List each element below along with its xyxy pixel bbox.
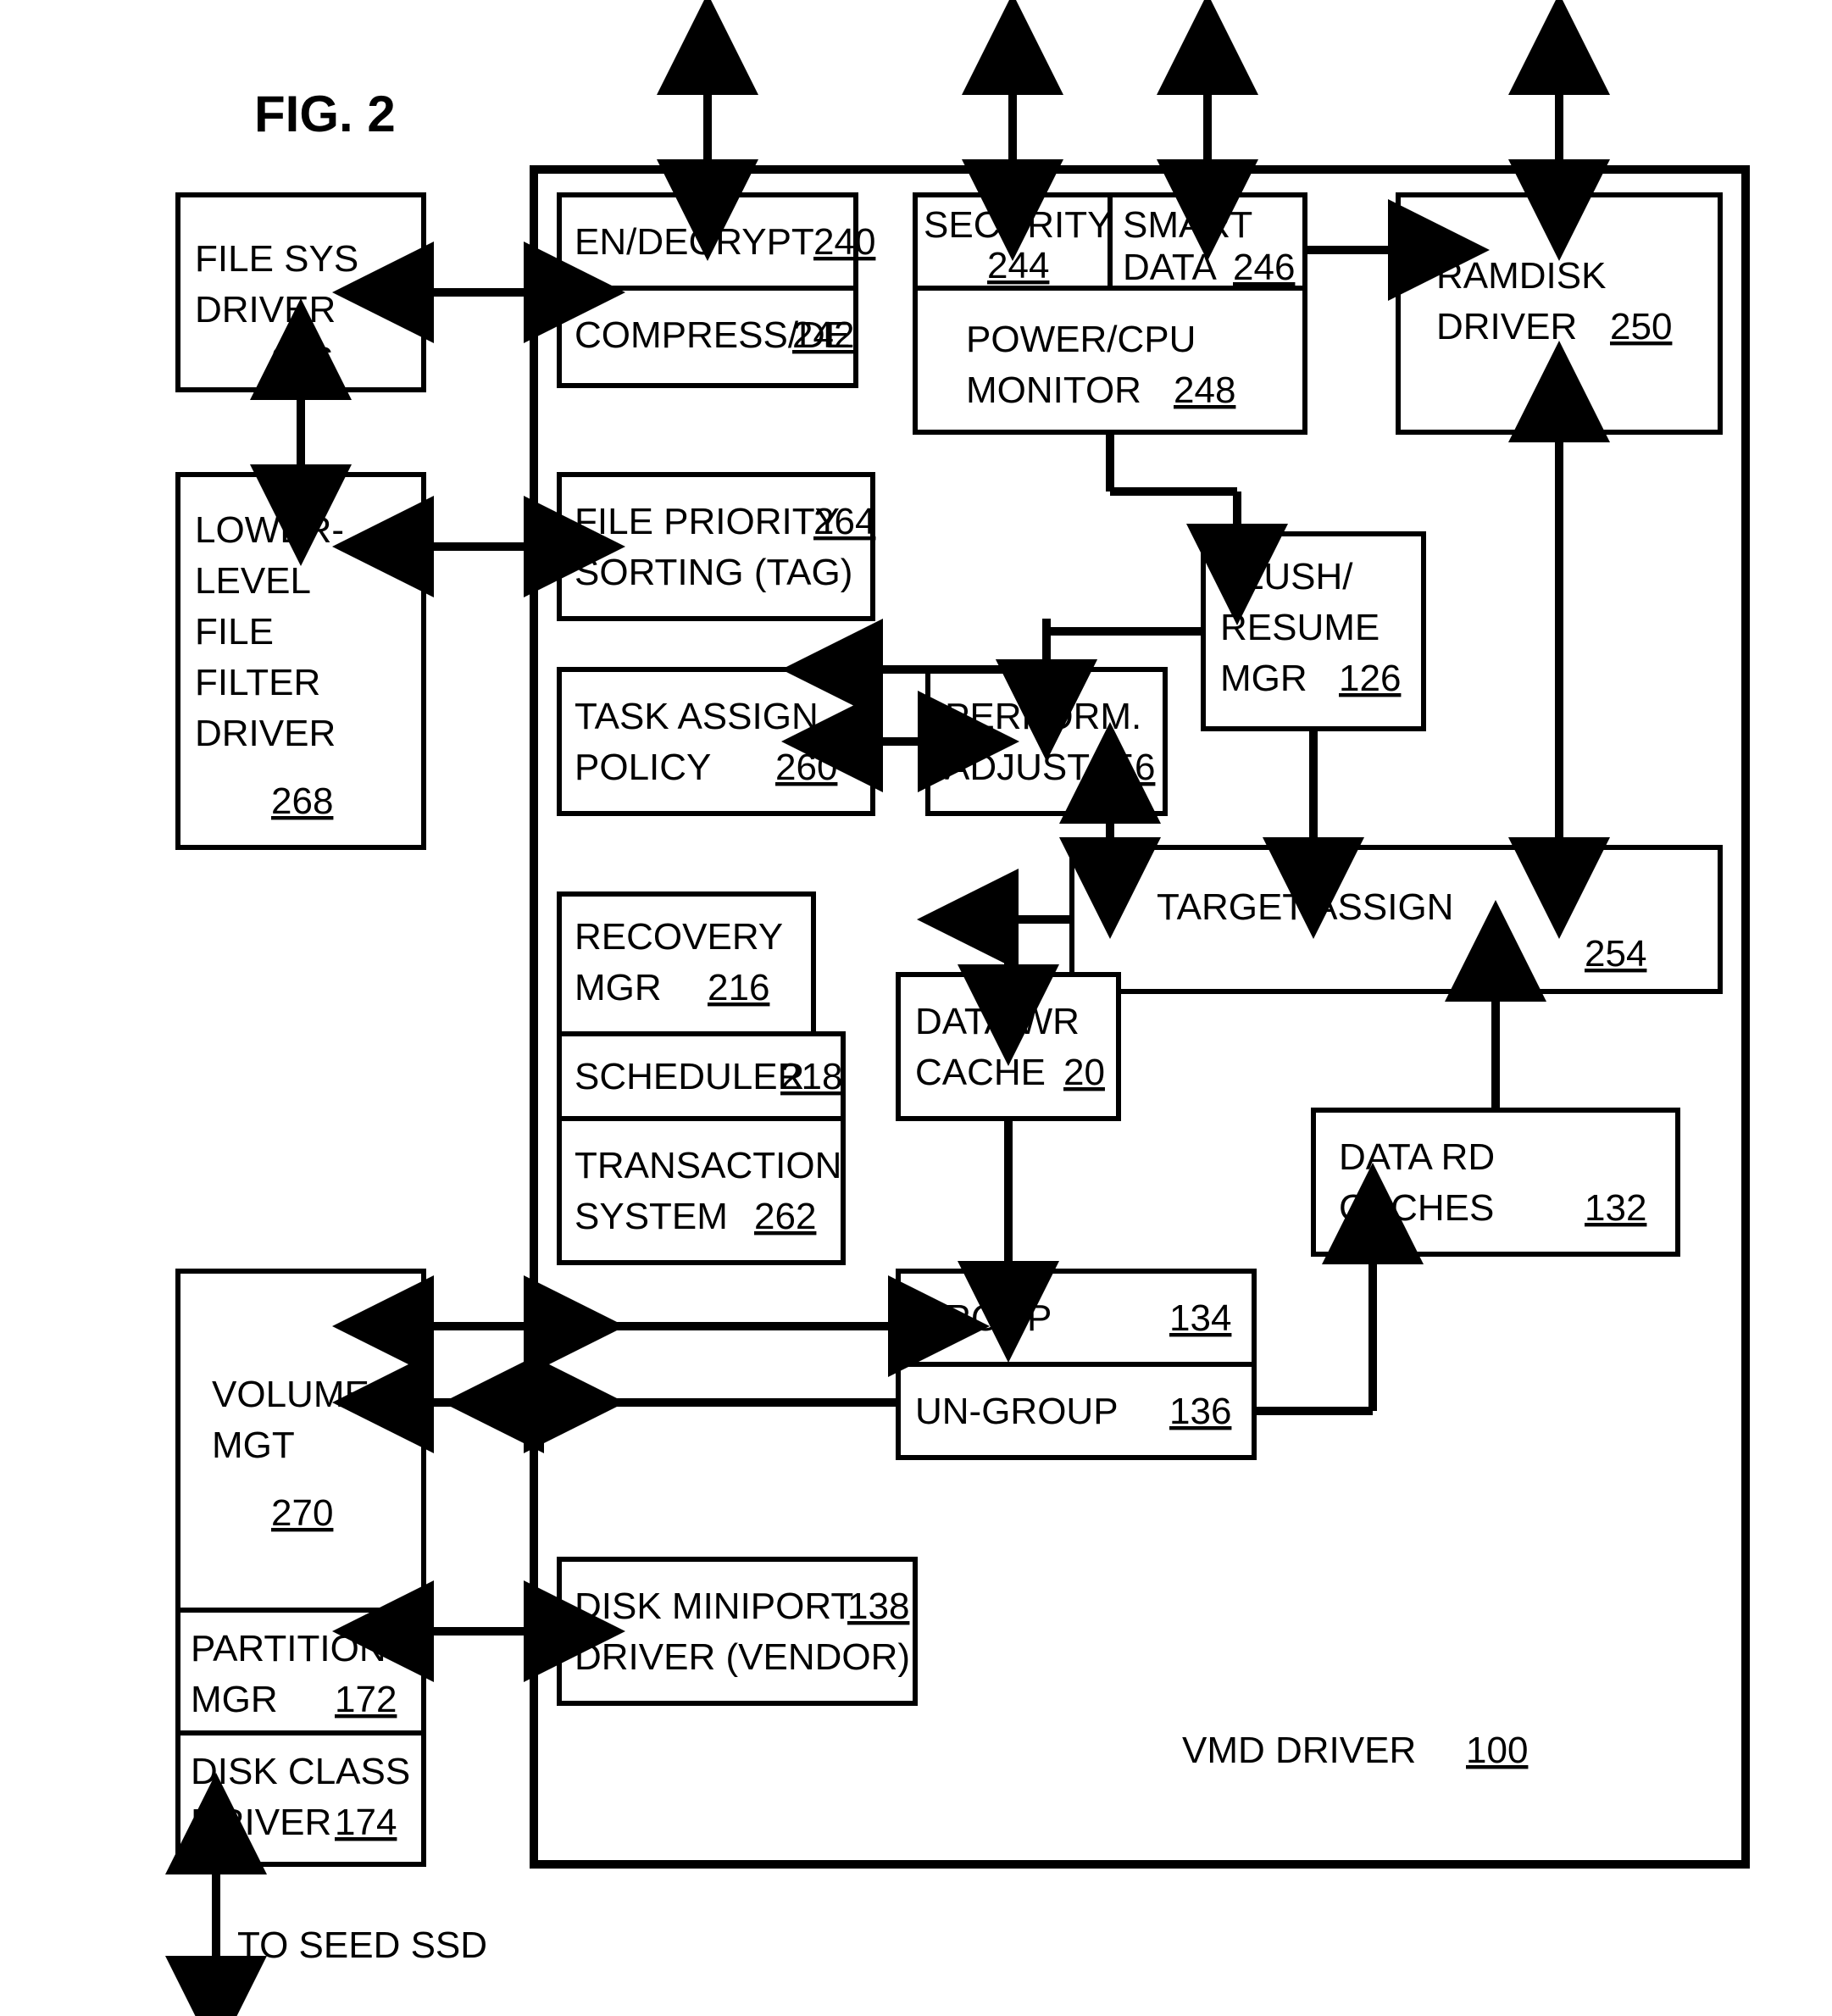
- llffd-l1: LOWER-: [195, 509, 344, 551]
- file-priority-sorting-l1: FILE PRIORITY: [575, 501, 840, 542]
- disk-miniport-driver-box: [559, 1559, 915, 1703]
- transaction-system-l2: SYSTEM: [575, 1196, 728, 1237]
- perform-adjust-box: [928, 669, 1165, 814]
- vmd-driver-num: 100: [1466, 1730, 1528, 1771]
- compress-de-num: 242: [792, 314, 854, 356]
- llffd-num: 268: [271, 780, 333, 822]
- task-assign-policy-num: 260: [775, 747, 837, 788]
- transaction-system-num: 262: [754, 1196, 816, 1237]
- data-wr-cache-l1: DATA WR: [915, 1001, 1080, 1042]
- un-group-num: 136: [1169, 1391, 1231, 1432]
- llffd-l3: FILE: [195, 611, 274, 653]
- disk-miniport-driver-l2: DRIVER (VENDOR): [575, 1636, 910, 1678]
- security-num: 244: [987, 245, 1049, 286]
- flush-resume-mgr-l3: MGR: [1220, 658, 1307, 699]
- data-wr-cache-box: [898, 975, 1119, 1119]
- disk-miniport-driver-num: 138: [847, 1586, 909, 1627]
- target-assign-num: 254: [1585, 933, 1646, 975]
- security-label: SECURITY: [924, 204, 1112, 246]
- figure-label: FIG. 2: [254, 86, 396, 142]
- diagram-svg: FIG. 2 VMD DRIVER 100 EN/DECRYPT 240 COM…: [0, 0, 1832, 2016]
- recovery-mgr-l2: MGR: [575, 967, 662, 1008]
- smart-data-monitor-num: 246: [1233, 247, 1295, 288]
- file-priority-sorting-num: 264: [813, 501, 875, 542]
- smart-data-monitor-l2: DATA: [1123, 247, 1217, 288]
- flush-resume-mgr-l1: FLUSH/: [1220, 556, 1353, 597]
- file-priority-sorting-box: [559, 475, 873, 619]
- task-assign-policy-box: [559, 669, 873, 814]
- group-label: GROUP: [915, 1297, 1052, 1339]
- task-assign-policy-l1: TASK ASSIGN: [575, 696, 819, 737]
- disk-class-driver-l2: DRIVER: [191, 1802, 331, 1843]
- disk-class-driver-l1: DISK CLASS: [191, 1751, 410, 1792]
- smart-data-monitor-l1: SMART: [1123, 204, 1252, 246]
- partition-mgr-l1: PARTITION: [191, 1628, 386, 1669]
- data-rd-caches-box: [1313, 1110, 1678, 1254]
- perform-adjust-num: 256: [1093, 747, 1155, 788]
- data-rd-caches-l2: CACHES: [1339, 1187, 1494, 1229]
- perform-adjust-l2: ADJUST: [945, 747, 1090, 788]
- disk-class-driver-num: 174: [335, 1802, 397, 1843]
- file-sys-driver-num: 266: [271, 340, 333, 381]
- power-cpu-monitor-l2: MONITOR: [966, 369, 1141, 411]
- power-cpu-monitor-num: 248: [1174, 369, 1235, 411]
- llffd-l2: LEVEL: [195, 560, 311, 602]
- data-wr-cache-l2: CACHE: [915, 1052, 1046, 1093]
- group-num: 134: [1169, 1297, 1231, 1339]
- disk-miniport-driver-l1: DISK MINIPORT: [575, 1586, 853, 1627]
- en-decrypt-label: EN/DECRYPT: [575, 221, 814, 263]
- un-group-label: UN-GROUP: [915, 1391, 1119, 1432]
- power-cpu-monitor-l1: POWER/CPU: [966, 319, 1196, 360]
- data-wr-cache-num: 20: [1063, 1052, 1105, 1093]
- data-rd-caches-l1: DATA RD: [1339, 1136, 1495, 1178]
- data-rd-caches-num: 132: [1585, 1187, 1646, 1229]
- partition-mgr-l2: MGR: [191, 1679, 278, 1720]
- to-seed-ssd-label: TO SEED SSD: [237, 1924, 487, 1966]
- recovery-mgr-l1: RECOVERY: [575, 916, 783, 958]
- vmd-driver-label: VMD DRIVER: [1182, 1730, 1416, 1771]
- transaction-system-box: [559, 1119, 843, 1263]
- volume-mgt-l1: VOLUME: [212, 1374, 369, 1415]
- recovery-mgr-box: [559, 894, 813, 1034]
- partition-mgr-num: 172: [335, 1679, 397, 1720]
- llffd-l5: DRIVER: [195, 713, 336, 754]
- ramdisk-driver-l1: RAMDISK: [1436, 255, 1606, 297]
- ramdisk-driver-l2: DRIVER: [1436, 306, 1577, 347]
- scheduler-num: 218: [780, 1056, 842, 1097]
- file-sys-driver-l2: DRIVER: [195, 289, 336, 330]
- llffd-l4: FILTER: [195, 662, 320, 703]
- file-priority-sorting-l2: SORTING (TAG): [575, 552, 852, 593]
- file-sys-driver-l1: FILE SYS: [195, 238, 358, 280]
- volume-mgt-l2: MGT: [212, 1425, 295, 1466]
- flush-resume-mgr-num: 126: [1339, 658, 1401, 699]
- perform-adjust-l1: PERFORM.: [945, 696, 1141, 737]
- volume-mgt-num: 270: [271, 1492, 333, 1534]
- recovery-mgr-num: 216: [708, 967, 769, 1008]
- ramdisk-driver-num: 250: [1610, 306, 1672, 347]
- target-assign-label: TARGET ASSIGN: [1157, 886, 1453, 928]
- scheduler-l: SCHEDULER: [575, 1056, 804, 1097]
- flush-resume-mgr-l2: RESUME: [1220, 607, 1380, 648]
- en-decrypt-num: 240: [813, 221, 875, 263]
- transaction-system-l1: TRANSACTION: [575, 1145, 841, 1186]
- task-assign-policy-l2: POLICY: [575, 747, 711, 788]
